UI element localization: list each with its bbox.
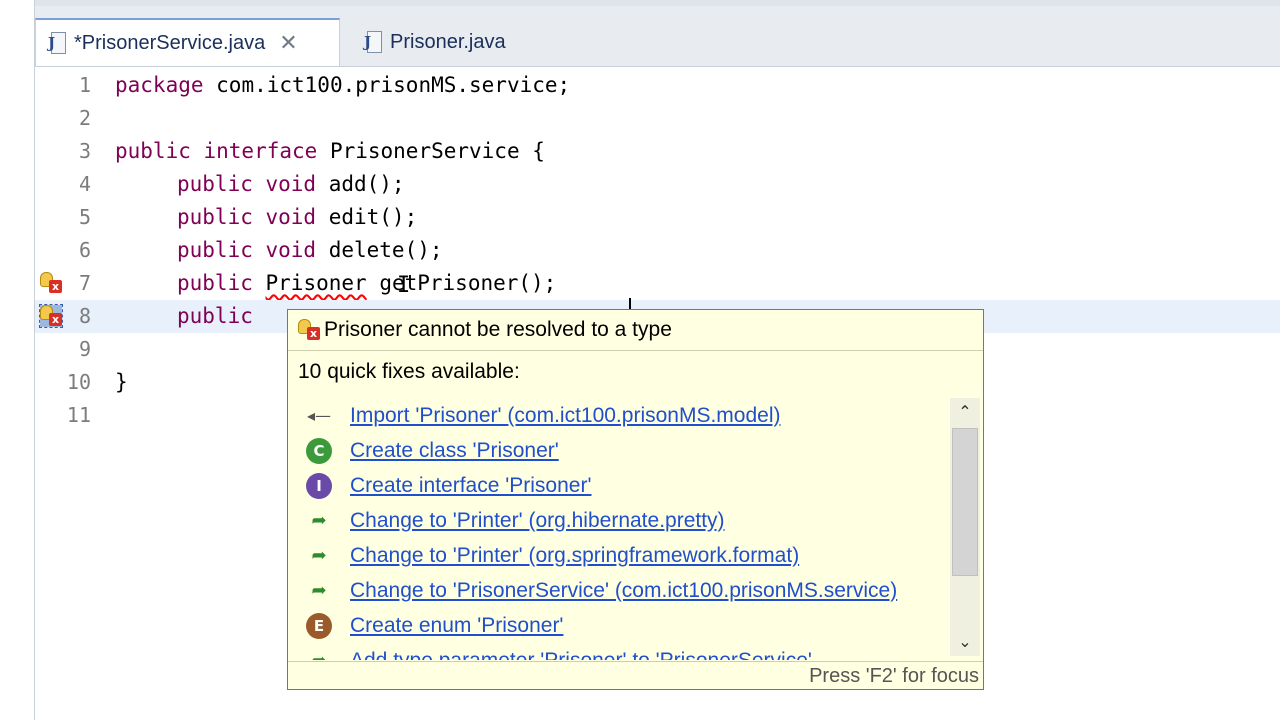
quick-fix-change-printer-hibernate[interactable]: ➦ Change to 'Printer' (org.hibernate.pre… — [306, 503, 725, 538]
quick-fix-label[interactable]: Create interface 'Prisoner' — [350, 474, 591, 498]
code-text: public — [177, 300, 253, 333]
line-number: 6 — [78, 238, 91, 262]
interface-icon: I — [306, 472, 332, 499]
code-rest: add(); — [316, 172, 405, 196]
line-number: 2 — [78, 106, 91, 130]
tab-label: *PrisonerService.java — [74, 31, 266, 54]
keyword: public interface — [115, 139, 318, 163]
quick-fix-label[interactable]: Create class 'Prisoner' — [350, 439, 559, 463]
quick-fix-popup[interactable]: x Prisoner cannot be resolved to a type … — [287, 309, 984, 690]
line-number: 3 — [78, 139, 91, 163]
code-text: public void add(); — [177, 168, 405, 201]
line-number: 5 — [78, 205, 91, 229]
chevron-down-icon[interactable]: ⌄ — [950, 628, 980, 656]
keyword: public void — [177, 172, 317, 196]
keyword: package — [115, 73, 204, 97]
quick-fix-create-class[interactable]: C Create class 'Prisoner' — [306, 433, 559, 468]
line-number: 8 — [78, 304, 91, 328]
import-icon: ◂— — [306, 406, 332, 425]
left-panel-edge — [0, 0, 35, 720]
popup-title: Prisoner cannot be resolved to a type — [324, 318, 672, 341]
popup-scrollbar[interactable]: ⌃ ⌄ — [950, 398, 980, 656]
change-icon: ➦ — [306, 648, 332, 660]
line-number: 4 — [78, 172, 91, 196]
code-rest: getPrisoner(); — [366, 271, 557, 295]
chevron-up-icon[interactable]: ⌃ — [950, 398, 980, 426]
quick-fix-change-printer-spring[interactable]: ➦ Change to 'Printer' (org.springframewo… — [306, 538, 799, 573]
quick-fix-label[interactable]: Change to 'PrisonerService' (com.ict100.… — [350, 579, 897, 603]
code-text: public Prisoner getPrisoner(); — [177, 267, 556, 300]
change-icon: ➦ — [311, 545, 327, 566]
code-line: 2 — [35, 102, 1280, 135]
quick-fix-label[interactable]: Add type parameter 'Prisoner' to 'Prison… — [350, 649, 812, 661]
line-number: 7 — [78, 271, 91, 295]
fixes-count: 10 quick fixes available: — [298, 360, 520, 383]
code-text: public interface PrisonerService { — [115, 135, 545, 168]
quick-fix-add-type-parameter[interactable]: ➦ Add type parameter 'Prisoner' to 'Pris… — [306, 643, 812, 661]
quick-fix-label[interactable]: Change to 'Printer' (org.springframework… — [350, 544, 799, 568]
keyword: public — [177, 271, 253, 295]
tab-prisoner-service[interactable]: J *PrisonerService.java ✕ — [35, 18, 340, 66]
code-rest: com.ict100.prisonMS.service; — [203, 73, 571, 97]
change-icon: ➦ — [311, 580, 327, 601]
code-line: 4 public void add(); — [35, 168, 1280, 201]
line-number: 11 — [66, 403, 91, 427]
editor-tab-bar: J *PrisonerService.java ✕ J Prisoner.jav… — [35, 6, 1280, 67]
line-number: 1 — [78, 73, 91, 97]
class-icon: C — [306, 437, 332, 464]
code-rest: PrisonerService { — [317, 139, 545, 163]
error-icon: x — [298, 319, 320, 341]
change-icon: ➦ — [311, 510, 327, 531]
code-line: 6 public void delete(); — [35, 234, 1280, 267]
popup-footer: Press 'F2' for focus — [288, 661, 983, 690]
code-text: } — [115, 370, 128, 394]
code-line: 3 public interface PrisonerService { — [35, 135, 1280, 168]
quick-fix-create-enum[interactable]: E Create enum 'Prisoner' — [306, 608, 563, 643]
code-rest: edit(); — [316, 205, 418, 229]
tab-label: Prisoner.java — [390, 30, 506, 53]
quick-fix-import[interactable]: ◂— Import 'Prisoner' (com.ict100.prisonM… — [306, 398, 781, 433]
quick-fix-create-interface[interactable]: I Create interface 'Prisoner' — [306, 468, 591, 503]
line-number: 9 — [78, 337, 91, 361]
keyword: public void — [177, 238, 317, 262]
keyword: public — [177, 304, 253, 328]
keyword: public void — [177, 205, 317, 229]
error-token[interactable]: Prisoner — [266, 271, 367, 295]
quick-fix-change-prisoner-service[interactable]: ➦ Change to 'PrisonerService' (com.ict10… — [306, 573, 897, 608]
quick-fix-label[interactable]: Create enum 'Prisoner' — [350, 614, 563, 638]
quick-fix-label[interactable]: Import 'Prisoner' (com.ict100.prisonMS.m… — [350, 404, 781, 428]
enum-icon: E — [306, 612, 332, 639]
code-rest: delete(); — [316, 238, 443, 262]
focus-hint: Press 'F2' for focus — [809, 665, 979, 687]
code-line: 5 public void edit(); — [35, 201, 1280, 234]
popup-header: x Prisoner cannot be resolved to a type — [288, 310, 983, 351]
quick-fix-label[interactable]: Change to 'Printer' (org.hibernate.prett… — [350, 509, 725, 533]
code-line: 1 package com.ict100.prisonMS.service; — [35, 69, 1280, 102]
code-text: package com.ict100.prisonMS.service; — [115, 69, 570, 102]
scrollbar-thumb[interactable] — [952, 428, 978, 576]
tab-prisoner[interactable]: J Prisoner.java — [352, 18, 532, 66]
code-text: public void delete(); — [177, 234, 443, 267]
java-file-icon: J — [364, 31, 382, 53]
line-number: 10 — [66, 370, 91, 394]
code-line: x 7 public Prisoner getPrisoner(); — [35, 267, 1280, 300]
close-icon[interactable]: ✕ — [279, 30, 297, 56]
java-file-icon: J — [48, 32, 66, 54]
text-cursor-icon: I — [397, 273, 411, 298]
code-text: public void edit(); — [177, 201, 417, 234]
quick-fix-list[interactable]: ◂— Import 'Prisoner' (com.ict100.prisonM… — [288, 398, 948, 660]
